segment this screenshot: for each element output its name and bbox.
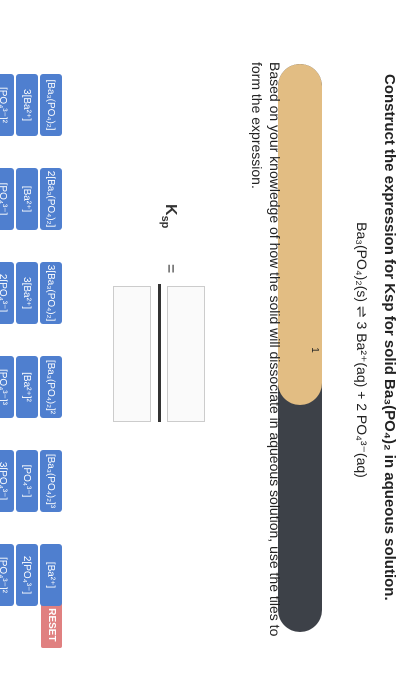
answer-tile[interactable]: 2[Ba₃(PO₄)₂] [40,168,62,230]
ksp-activity-panel: Construct the expression for Ksp for sol… [0,0,412,700]
answer-tile[interactable]: [Ba²⁺] [40,544,62,606]
equals-sign: = [162,264,179,274]
answer-tile[interactable]: [Ba²⁺] [16,168,38,230]
answer-tile[interactable]: [Ba²⁺]² [16,356,38,418]
answer-tile[interactable]: 2[PO₄³⁻] [0,262,14,324]
answer-tile[interactable]: [PO₄³⁻]³ [0,356,14,418]
answer-tile[interactable]: 3[PO₄³⁻] [0,450,14,512]
answer-tile[interactable]: [PO₄³⁻]² [0,74,14,136]
answer-tile[interactable]: [Ba₃(PO₄)₂]³ [40,450,62,512]
instruction-text: Based on your knowledge of how the solid… [249,62,283,637]
ksp-label-k: K [162,204,179,216]
answer-tile[interactable]: 3[Ba²⁺] [16,262,38,324]
answer-tile[interactable]: [PO₄³⁻] [16,450,38,512]
denominator-drop-zone[interactable] [113,286,151,422]
answer-tile[interactable]: 2[PO₄³⁻] [16,544,38,606]
answer-tile[interactable]: [PO₄³⁻] [0,168,14,230]
answer-tile[interactable]: 3[Ba₃(PO₄)₂] [40,262,62,324]
ksp-label-subscript: sp [158,215,171,229]
answer-tile[interactable]: [PO₄³⁻]² [0,544,14,606]
reset-label: RESET [46,608,57,642]
answer-tile[interactable]: [Ba₃(PO₄)₂]² [40,356,62,418]
ksp-label: Ksp [159,204,179,228]
progress-step-number: 1 [309,347,320,353]
answer-tile[interactable]: [Ba₃(PO₄)₂] [40,74,62,136]
question-prompt: Construct the expression for Ksp for sol… [381,74,398,601]
numerator-drop-zone[interactable] [167,286,205,422]
answer-tile[interactable]: 3[Ba²⁺] [16,74,38,136]
fraction-bar [158,284,161,422]
dissociation-equation: Ba₃(PO₄)₂(s) ⇌ 3 Ba²⁺(aq) + 2 PO₄³⁻(aq) [354,222,370,478]
